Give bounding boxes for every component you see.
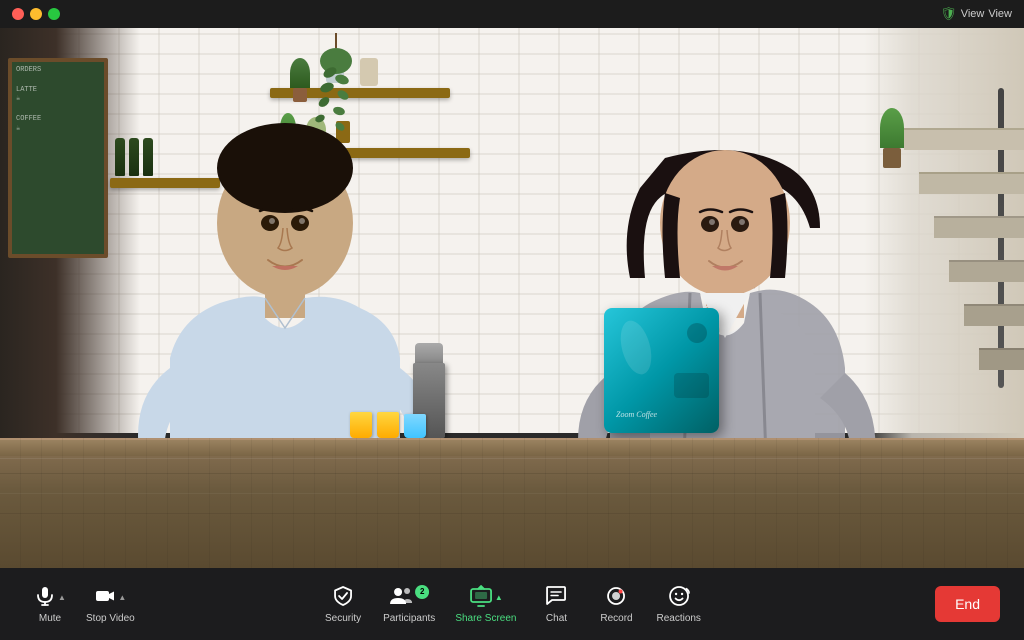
participants-button[interactable]: 2 Participants bbox=[377, 574, 441, 634]
record-icon bbox=[605, 585, 627, 611]
share-screen-icon bbox=[469, 585, 493, 611]
window-controls bbox=[12, 8, 60, 20]
toolbar-left: ▲ Mute ▲ Stop Video bbox=[24, 574, 141, 634]
chat-icon bbox=[545, 585, 567, 611]
share-screen-label: Share Screen bbox=[455, 613, 516, 624]
close-button[interactable] bbox=[12, 8, 24, 20]
video-caret[interactable]: ▲ bbox=[118, 593, 126, 602]
security-label: Security bbox=[325, 613, 361, 624]
chat-button[interactable]: Chat bbox=[530, 574, 582, 634]
share-caret[interactable]: ▲ bbox=[495, 593, 503, 602]
participants-label: Participants bbox=[383, 613, 435, 624]
security-icon bbox=[332, 585, 354, 611]
stop-video-label: Stop Video bbox=[86, 613, 135, 624]
camera-icon bbox=[94, 585, 116, 611]
view-label[interactable]: View bbox=[961, 8, 985, 20]
reactions-button[interactable]: Reactions bbox=[650, 574, 706, 634]
view-text[interactable]: View bbox=[988, 8, 1012, 20]
video-area: ORDERS LATTE ☕ COFFEE ☕ bbox=[0, 28, 1024, 568]
reactions-icon bbox=[668, 585, 690, 611]
minimize-button[interactable] bbox=[30, 8, 42, 20]
maximize-button[interactable] bbox=[48, 8, 60, 20]
counter bbox=[0, 438, 1024, 568]
toolbar-right: End bbox=[935, 586, 1000, 622]
record-button[interactable]: Record bbox=[590, 574, 642, 634]
participants-count: 2 bbox=[415, 585, 429, 599]
toolbar-center: Security 2 Participants bbox=[317, 574, 707, 634]
title-bar: 🛡 View View bbox=[0, 0, 1024, 28]
cups-area bbox=[350, 412, 426, 438]
end-label: End bbox=[955, 596, 980, 612]
chat-label: Chat bbox=[546, 613, 567, 624]
reactions-label: Reactions bbox=[656, 613, 700, 624]
record-label: Record bbox=[600, 613, 632, 624]
toolbar: ▲ Mute ▲ Stop Video bbox=[0, 568, 1024, 640]
end-button[interactable]: End bbox=[935, 586, 1000, 622]
title-bar-right: 🛡 View View bbox=[940, 6, 1012, 22]
participants-icon bbox=[389, 585, 413, 611]
share-screen-button[interactable]: ▲ Share Screen bbox=[449, 574, 522, 634]
coffee-machine: Zoom Coffee bbox=[604, 308, 734, 438]
shield-icon: 🛡 bbox=[940, 6, 957, 22]
stop-video-button[interactable]: ▲ Stop Video bbox=[80, 574, 141, 634]
security-button[interactable]: Security bbox=[317, 574, 369, 634]
mute-label: Mute bbox=[39, 613, 61, 624]
mic-icon bbox=[34, 585, 56, 611]
mute-caret[interactable]: ▲ bbox=[58, 593, 66, 602]
mute-button[interactable]: ▲ Mute bbox=[24, 574, 76, 634]
